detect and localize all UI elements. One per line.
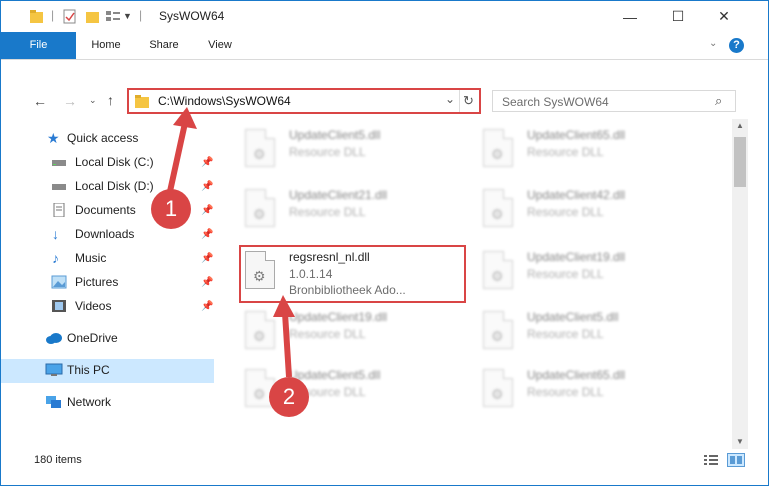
annotation-arrows (166, 107, 295, 378)
callout-badge-1: 1 (151, 189, 191, 229)
explorer-window: | ▼ | SysWOW64 — ☐ ✕ File Home Share Vie… (0, 0, 769, 486)
callout-badge-2: 2 (269, 377, 309, 417)
